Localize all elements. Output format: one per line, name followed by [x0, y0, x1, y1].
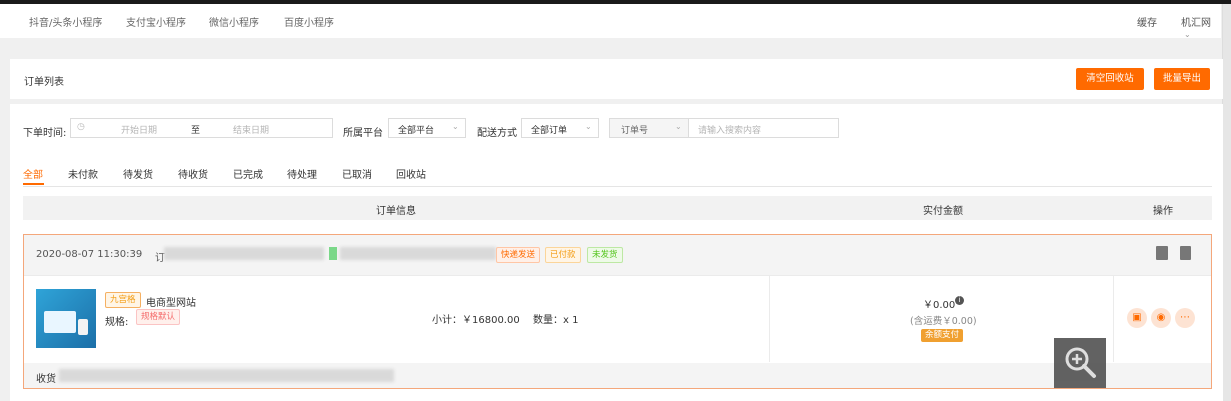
phone-illustration	[78, 319, 88, 335]
column-paid-amount: 实付金额	[923, 206, 963, 217]
payment-status-tag: 已付款	[545, 247, 581, 263]
nav-tab-wechat[interactable]: 微信小程序	[209, 14, 259, 29]
vertical-scrollbar[interactable]	[1222, 4, 1231, 401]
tab-to-receive[interactable]: 待收货	[178, 166, 208, 181]
order-source-marker	[329, 247, 337, 260]
batch-export-button[interactable]: 批量导出	[1154, 68, 1210, 90]
more-actions-icon[interactable]: ⋯	[1175, 308, 1195, 328]
page-title: 订单列表	[24, 77, 64, 88]
spec-value-tag: 规格默认	[136, 309, 181, 325]
search-field-select[interactable]: 订单号 ⌄	[609, 118, 689, 138]
order-detail-redacted	[340, 247, 496, 260]
product-type-tag: 九宫格	[105, 292, 141, 308]
platform-label: 所属平台	[343, 128, 383, 139]
chevron-down-icon: ⌄	[452, 122, 459, 131]
paid-amount: ￥0.00	[923, 300, 956, 311]
shipping-status-tag: 未发货	[587, 247, 623, 263]
platform-select-value: 全部平台	[398, 126, 435, 136]
order-time-label: 下单时间:	[23, 128, 67, 139]
zoom-in-icon	[1065, 347, 1096, 378]
nav-tab-baidu[interactable]: 百度小程序	[284, 14, 334, 29]
top-navigation: 抖音/头条小程序 支付宝小程序 微信小程序 百度小程序 缓存 机汇网 ⌄	[0, 4, 1221, 40]
status-tabs: 全部 未付款 待发货 待收货 已完成 待处理 已取消 回收站	[23, 166, 1212, 187]
chevron-down-icon: ⌄	[1184, 30, 1191, 39]
user-menu[interactable]: 机汇网 ⌄	[1181, 14, 1221, 40]
column-divider	[1113, 276, 1114, 362]
service-icon[interactable]: ◉	[1151, 308, 1171, 328]
product-thumbnail[interactable]	[36, 289, 96, 348]
tab-all[interactable]: 全部	[23, 166, 43, 181]
cache-link[interactable]: 缓存	[1137, 14, 1157, 29]
monitor-illustration	[44, 311, 76, 333]
order-quantity: 数量：x 1	[533, 315, 579, 326]
order-card: 2020-08-07 11:30:39 订 快递发送 已付款 未发货 九宫格 电…	[23, 234, 1212, 389]
clock-icon: ◷	[77, 122, 85, 132]
platform-select[interactable]: 全部平台 ⌄	[388, 118, 466, 138]
payment-method-badge: 余额支付	[921, 329, 964, 342]
order-time: 2020-08-07 11:30:39	[36, 249, 143, 260]
tab-unpaid[interactable]: 未付款	[68, 166, 98, 181]
search-input[interactable]: 请输入搜索内容	[688, 118, 839, 138]
receiver-info-redacted	[59, 369, 394, 382]
chevron-down-icon: ⌄	[675, 122, 682, 131]
product-name[interactable]: 电商型网站	[146, 294, 196, 309]
receiver-info-row: 收货	[24, 363, 1211, 388]
receiver-label: 收货	[36, 374, 56, 385]
search-input-placeholder: 请输入搜索内容	[698, 126, 762, 136]
trash-icon[interactable]	[1180, 246, 1191, 260]
clear-recycle-button[interactable]: 清空回收站	[1076, 68, 1144, 90]
delivery-select-value: 全部订单	[531, 126, 568, 136]
tab-completed[interactable]: 已完成	[233, 166, 263, 181]
start-date-input[interactable]: 开始日期	[121, 123, 157, 136]
column-divider	[769, 276, 770, 362]
info-icon[interactable]: i	[955, 296, 964, 305]
order-panel: 下单时间: ◷ 开始日期 至 结束日期 所属平台 全部平台 ⌄ 配送方式 全部订…	[10, 104, 1223, 401]
order-subtotal: 小计：￥16800.00	[432, 315, 520, 326]
edit-note-icon[interactable]	[1156, 246, 1168, 260]
order-number-redacted	[164, 247, 324, 260]
search-field-value: 订单号	[621, 126, 649, 136]
nav-tab-alipay[interactable]: 支付宝小程序	[126, 14, 186, 29]
column-order-info: 订单信息	[376, 206, 416, 217]
shipping-fee: (含运费￥0.00)	[910, 316, 977, 327]
date-range-picker[interactable]: ◷ 开始日期 至 结束日期	[70, 118, 333, 138]
delivery-select[interactable]: 全部订单 ⌄	[521, 118, 599, 138]
delivery-tag: 快递发送	[496, 247, 541, 263]
zoom-in-button[interactable]	[1054, 338, 1106, 388]
delivery-label: 配送方式	[477, 128, 517, 139]
spec-label: 规格:	[105, 317, 129, 328]
end-date-input[interactable]: 结束日期	[233, 123, 269, 136]
tab-pending[interactable]: 待处理	[287, 166, 317, 181]
date-range-separator: 至	[191, 126, 201, 136]
nav-tab-douyin[interactable]: 抖音/头条小程序	[29, 14, 102, 29]
user-name: 机汇网	[1181, 18, 1211, 29]
shipping-box-icon[interactable]: ▣	[1127, 308, 1147, 328]
order-list-header: 订单列表 清空回收站 批量导出	[10, 59, 1223, 99]
active-tab-indicator	[23, 183, 44, 185]
tab-cancelled[interactable]: 已取消	[342, 166, 372, 181]
tab-recycle-bin[interactable]: 回收站	[396, 166, 426, 181]
order-card-header: 2020-08-07 11:30:39 订 快递发送 已付款 未发货	[24, 235, 1211, 276]
table-header: 订单信息 实付金额 操作	[23, 196, 1212, 220]
column-actions: 操作	[1153, 206, 1173, 217]
chevron-down-icon: ⌄	[585, 122, 592, 131]
tab-to-ship[interactable]: 待发货	[123, 166, 153, 181]
